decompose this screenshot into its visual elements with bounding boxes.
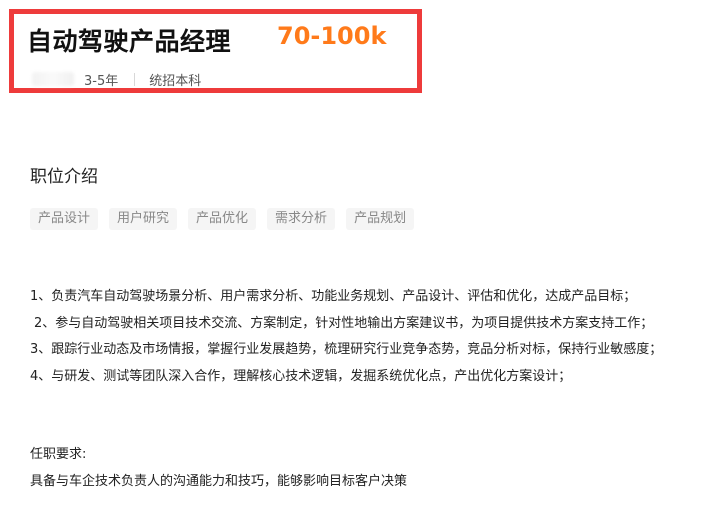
meta-divider bbox=[134, 72, 136, 86]
skill-tag[interactable]: 产品优化 bbox=[188, 208, 257, 230]
skill-tag[interactable]: 产品规划 bbox=[346, 208, 415, 230]
job-header-highlight: 自动驾驶产品经理 70-100k 3-5年 统招本科 bbox=[9, 9, 422, 93]
skill-tags: 产品设计 用户研究 产品优化 需求分析 产品规划 bbox=[30, 208, 415, 230]
job-meta-row: 3-5年 统招本科 bbox=[32, 70, 202, 89]
requirement-line: 具备与车企技术负责人的沟通能力和技巧，能够影响目标客户决策 bbox=[30, 474, 408, 489]
duty-line: 4、与研发、测试等团队深入合作，理解核心技术逻辑，发掘系统优化点，产出优化方案设… bbox=[30, 368, 572, 384]
section-title-job-intro: 职位介绍 bbox=[30, 167, 98, 187]
location-redacted bbox=[32, 72, 74, 86]
skill-tag[interactable]: 用户研究 bbox=[109, 208, 178, 230]
job-duties: 1、负责汽车自动驾驶场景分析、用户需求分析、功能业务规划、产品设计、评估和优化，… bbox=[30, 284, 690, 390]
job-title: 自动驾驶产品经理 bbox=[27, 27, 232, 56]
experience-requirement: 3-5年 bbox=[84, 73, 119, 89]
requirements-title: 任职要求: bbox=[30, 447, 87, 462]
duty-line: 1、负责汽车自动驾驶场景分析、用户需求分析、功能业务规划、产品设计、评估和优化，… bbox=[30, 289, 637, 304]
job-detail-page: 自动驾驶产品经理 70-100k 3-5年 统招本科 职位介绍 产品设计 用户研… bbox=[0, 0, 701, 521]
education-requirement: 统招本科 bbox=[149, 73, 202, 89]
skill-tag[interactable]: 需求分析 bbox=[267, 208, 336, 230]
salary-range: 70-100k bbox=[277, 22, 387, 50]
skill-tag[interactable]: 产品设计 bbox=[30, 208, 99, 230]
duty-line: 3、跟踪行业动态及市场情报，掌握行业发展趋势，梳理研究行业竞争态势，竞品分析对标… bbox=[30, 342, 663, 357]
duty-line: 2、参与自动驾驶相关项目技术交流、方案制定，针对性地输出方案建议书，为项目提供技… bbox=[34, 315, 654, 331]
